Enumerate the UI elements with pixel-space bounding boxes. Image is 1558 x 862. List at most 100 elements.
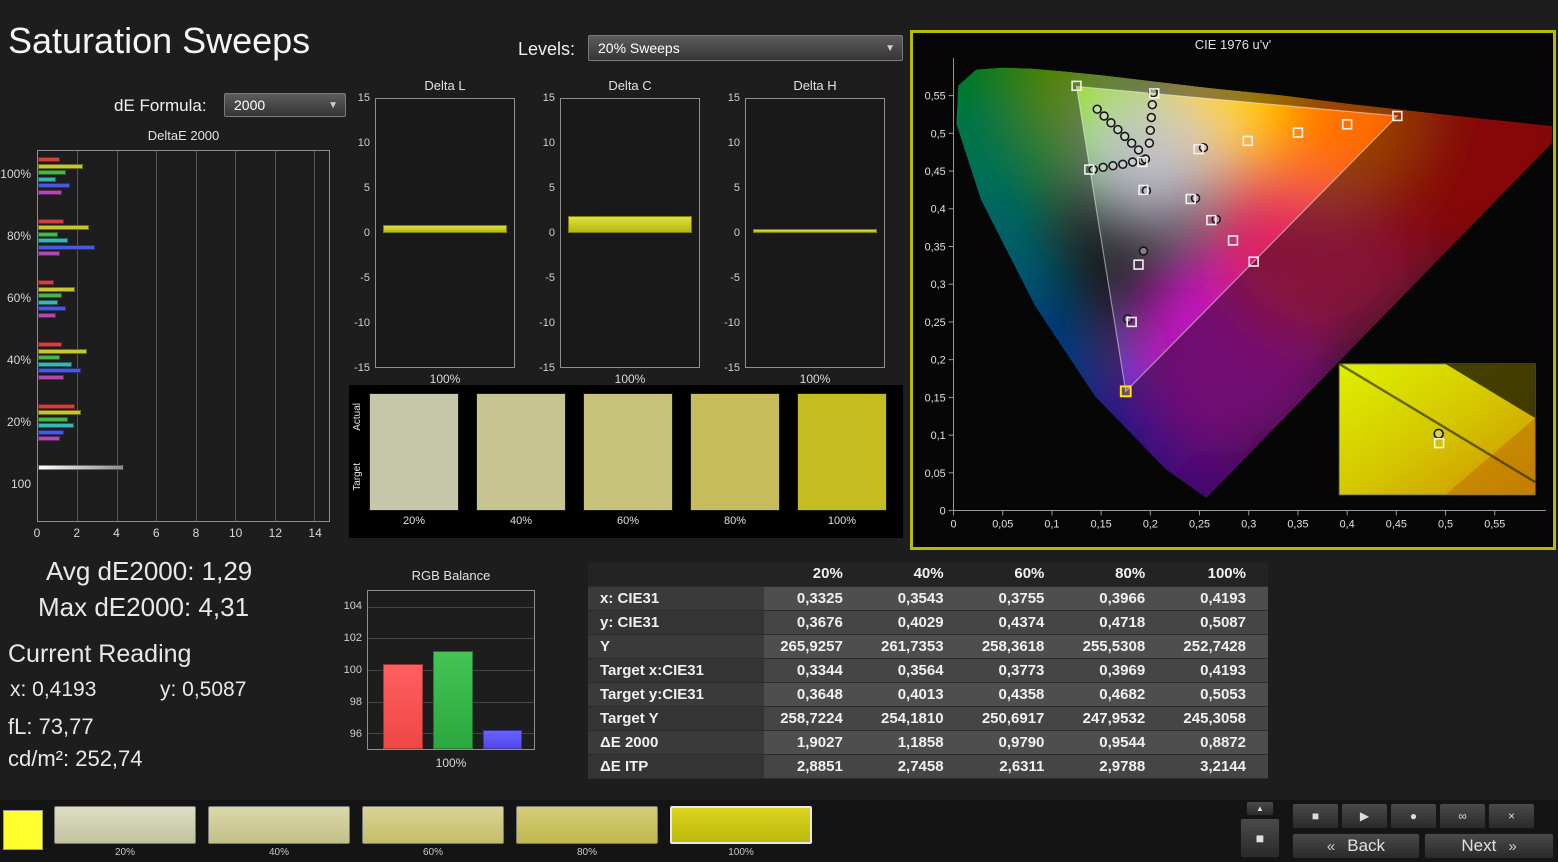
sweep-tile-60pct[interactable]: 60% <box>362 806 504 858</box>
cie-inset <box>1338 362 1536 496</box>
deltae-bar <box>38 280 54 286</box>
gridline <box>368 606 534 608</box>
deltae-bar <box>38 410 82 416</box>
axis-tick-label: 0,55 <box>925 91 946 103</box>
axis-tick-label: -5 <box>730 272 740 284</box>
record-button[interactable]: ● <box>1390 803 1437 829</box>
green-bar <box>432 651 473 749</box>
results-table: 20% 40% 60% 80% 100% x: CIE31 0,3325 0,3543 0,3… <box>588 562 1268 779</box>
axis-tick-label: -10 <box>724 317 740 329</box>
axis-tick-label: 0,4 <box>931 204 946 216</box>
gridline <box>274 151 276 521</box>
measured-marker <box>1118 159 1128 169</box>
levels-value: 20% Sweeps <box>598 40 680 56</box>
next-button[interactable]: Next » <box>1424 833 1554 859</box>
axis-tick-label: 96 <box>349 728 362 740</box>
axis-tick-label: 0 <box>363 227 370 239</box>
axis-tick-label: 8 <box>192 526 200 540</box>
table-cell: 0,3676 <box>764 610 865 635</box>
back-label: Back <box>1347 836 1386 855</box>
swatch-label: 100% <box>827 515 857 527</box>
next-label: Next <box>1461 836 1497 855</box>
axis-ticks: 15 10 5 0 -5 -10 -15 <box>347 92 373 374</box>
table-cell: 0,3325 <box>764 586 865 611</box>
axis-tick-label: 0,3 <box>931 279 946 291</box>
cie-title: CIE 1976 u'v' <box>1194 37 1272 52</box>
expand-button[interactable]: ▲ <box>1246 801 1274 816</box>
group-label: 100% <box>0 167 31 181</box>
current-reading-label: Current Reading <box>8 640 192 668</box>
gridline <box>235 151 237 521</box>
axis-tick-label: 15 <box>542 92 555 104</box>
delta-l-chart: Delta L 15 10 5 0 -5 -10 -15 100% <box>347 78 519 390</box>
axis-tick-label: 0,5 <box>1438 518 1453 530</box>
axis-label: 100% <box>614 372 646 386</box>
sweep-tile-20pct[interactable]: 20% <box>54 806 196 858</box>
table-row: Target Y 258,7224 254,1810 250,6917 247,9532… <box>588 706 1268 731</box>
tile-color <box>208 806 350 844</box>
close-button[interactable]: × <box>1488 803 1535 829</box>
deltae-bar <box>38 299 58 305</box>
table-cell: 0,3755 <box>965 586 1067 611</box>
sweep-tile-100pct[interactable]: 100% <box>670 806 812 858</box>
swatch-label: 40% <box>509 515 533 527</box>
tile-color <box>54 806 196 844</box>
target-label: Target <box>352 463 363 491</box>
axis-tick-label: 0,2 <box>1143 518 1158 530</box>
swatch: 20% <box>369 393 459 527</box>
axis-tick-label: -10 <box>354 317 370 329</box>
sweep-tile-80pct[interactable]: 80% <box>516 806 658 858</box>
deltae-plot <box>37 150 330 522</box>
axis-tick-label: 104 <box>343 600 362 612</box>
deltae-bar <box>38 293 62 299</box>
deltae-bar <box>38 368 82 373</box>
table-cell: 0,4013 <box>864 682 966 707</box>
table-cell: 0,4029 <box>864 610 966 635</box>
cie-diagram-panel: CIE 1976 u'v' 0 0,05 0,1 0,15 0,2 0,25 0… <box>910 30 1556 550</box>
row-label: y: CIE31 <box>588 610 764 635</box>
loop-button[interactable]: ∞ <box>1439 803 1486 829</box>
axis-tick-label: 0 <box>33 526 41 540</box>
measured-marker <box>1113 124 1123 135</box>
sweep-tile-40pct[interactable]: 40% <box>208 806 350 858</box>
table-cell: 2,8851 <box>764 754 865 779</box>
axis-tick-label: -5 <box>360 272 370 284</box>
axis-tick-label: 0,05 <box>925 468 946 480</box>
deltae-bar <box>38 429 64 435</box>
axis-tick-label: 0,25 <box>1189 518 1210 530</box>
play-button[interactable]: ▶ <box>1341 803 1388 829</box>
table-row: ΔE ITP 2,8851 2,7458 2,6311 2,9788 3,2144 <box>588 754 1268 779</box>
table-header-row: 20% 40% 60% 80% 100% <box>588 562 1268 587</box>
chart-title: RGB Balance <box>411 568 491 583</box>
stop-button[interactable]: ■ <box>1292 803 1339 829</box>
corner-cell <box>588 562 764 587</box>
row-label: x: CIE31 <box>588 586 764 611</box>
measured-marker <box>1106 118 1116 128</box>
axis-tick-label: -5 <box>545 272 555 284</box>
deltae-bar <box>38 374 64 380</box>
axis-tick-label: 0,45 <box>1386 518 1407 530</box>
delta-bar <box>752 229 878 233</box>
axis-tick-label: 100 <box>343 664 362 676</box>
table-row: Y 265,9257 261,7353 258,3618 255,5308 252,742… <box>588 634 1268 659</box>
row-label: Y <box>588 634 764 659</box>
plot-area <box>560 98 700 368</box>
table-cell: 2,7458 <box>864 754 966 779</box>
axis-ticks: 15 10 5 0 -5 -10 -15 <box>532 92 558 374</box>
axis-tick-label: 0,55 <box>1484 518 1505 530</box>
table-cell: 0,4358 <box>965 682 1067 707</box>
back-button[interactable]: « Back <box>1292 833 1420 859</box>
axis-tick-label: 4 <box>113 526 120 540</box>
swatch: 80% <box>690 393 780 527</box>
deltae-bar <box>38 238 68 244</box>
row-label: Target x:CIE31 <box>588 658 764 683</box>
group-label: 20% <box>6 415 31 429</box>
levels-dropdown[interactable]: 20% Sweeps ▼ <box>588 35 903 61</box>
de-formula-dropdown[interactable]: 2000 ▼ <box>224 93 346 117</box>
row-label: ΔE ITP <box>588 754 764 779</box>
deltae-bar <box>38 225 90 231</box>
deltae-bar <box>38 286 76 292</box>
table-row: Target y:CIE31 0,3648 0,4013 0,4358 0,4682 0,… <box>588 682 1268 707</box>
stop-measure-button[interactable]: ■ <box>1240 818 1280 858</box>
tile-label: 100% <box>728 847 754 858</box>
